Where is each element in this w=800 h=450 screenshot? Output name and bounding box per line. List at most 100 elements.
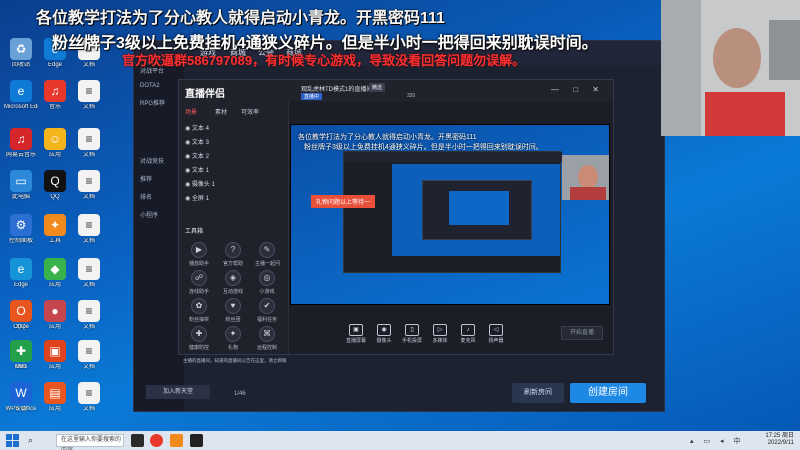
bottom-tool-button[interactable]: ▷ 多媒体	[428, 324, 452, 344]
desktop-icon[interactable]: ● 应用	[38, 300, 72, 331]
desktop-icon[interactable]: QQQ	[38, 170, 72, 201]
app-icon: ◆	[44, 258, 66, 280]
tool-button[interactable]: ♥ 粉丝团	[221, 298, 245, 323]
bottom-tool-button[interactable]: ◉ 摄像头	[372, 324, 396, 344]
bottom-tool-button[interactable]: ▯ 手机投屏	[400, 324, 424, 344]
start-live-button[interactable]: 开始直播	[561, 326, 603, 340]
tool-button[interactable]: ✎ 主播一起问	[255, 242, 280, 267]
desktop-icon[interactable]: ≡ 文档	[72, 80, 106, 111]
desktop-icon[interactable]: ≡ 文档	[72, 300, 106, 331]
scene-item[interactable]: ◉ 文本 4	[185, 124, 209, 134]
taskbar-search-input[interactable]: 在这里输入你要搜索的内容	[56, 434, 124, 450]
netease-music-icon: ♫	[10, 128, 32, 150]
popup-notice[interactable]: 礼物问题以上等待一	[311, 195, 376, 208]
window-controls[interactable]: — □ ✕	[551, 85, 605, 94]
overlay-line-1: 各位教学打法为了分心教人就得启动小青龙。开黑密码111	[36, 10, 445, 27]
sidebar-item[interactable]: 小程序	[134, 209, 184, 223]
bg-window-sidebar: 对战平台 DOTA2 RPG推荐 对战竞技 推荐 排名 小程序	[134, 65, 184, 411]
desktop-icon[interactable]: ≡ 文档	[72, 340, 106, 371]
overlay-line-3: 官方吹逼群586797089，有时候专心游戏，导致没看回答问题勿误解。	[122, 53, 526, 68]
scene-item[interactable]: ◉ 文本 2	[185, 152, 209, 162]
tool-button[interactable]: ◎ 小游戏	[255, 270, 279, 295]
desktop-icon[interactable]: ◆ 应用	[38, 258, 72, 289]
sidebar-item[interactable]: 对战竞技	[134, 155, 184, 169]
webcam-feed	[661, 0, 800, 136]
desktop-icon[interactable]: ≡ 文档	[72, 258, 106, 289]
camera-icon: ◉	[377, 324, 391, 336]
scene-item[interactable]: ◉ 全屏 1	[185, 194, 209, 204]
speaker-icon: ◁	[489, 324, 503, 336]
notice-text: 主播的直播间，知道的直播间公告在这里，请立即联系与官方客服	[183, 358, 287, 363]
create-room-button[interactable]: 创建房间	[570, 383, 646, 403]
bottom-tool-button[interactable]: ◁ 扬声器	[484, 324, 508, 344]
desktop-icon[interactable]: ≡ 文档	[72, 128, 106, 159]
desktop-icon[interactable]: ≡ 文档	[72, 214, 106, 245]
phone-cast-icon: ▯	[405, 324, 419, 336]
system-tray-icons[interactable]: ▴ ▭ ◂ 中	[690, 436, 744, 446]
task-view-icon[interactable]	[131, 434, 144, 447]
scene-item[interactable]: ◉ 文本 1	[185, 166, 209, 176]
taskbar-clock[interactable]: 17:25 周日 2022/9/11	[765, 433, 794, 447]
sidebar-item[interactable]: RPG推荐	[134, 97, 184, 111]
desktop-icon[interactable]: ▭ 此电脑	[4, 170, 38, 201]
tool-button[interactable]: ☍ 连线助手	[187, 270, 211, 295]
desktop-icon[interactable]: ♻ 回收站	[4, 38, 38, 69]
task-icon: ✔	[259, 298, 275, 314]
fans-icon: ♥	[225, 298, 241, 314]
tool-button[interactable]: ✚ 健康防控	[187, 326, 211, 351]
desktop-icon[interactable]: W WPS Office	[4, 382, 38, 413]
live-companion-taskbar-icon[interactable]	[190, 434, 203, 447]
tool-button[interactable]: ✿ 粉丝抽奖	[187, 298, 211, 323]
bottom-tool-button[interactable]: ▣ 直播屏幕	[344, 324, 368, 344]
live-broadcast-window: 直播伴侣 观乱虎林TD模式1的直播间 精选 直播中 320 — □ ✕ 场景 素…	[178, 79, 614, 363]
office-icon: O	[10, 300, 32, 322]
tool-button[interactable]: ▶ 播放助手	[187, 242, 211, 267]
desktop-icon[interactable]: ✚ 360	[4, 340, 38, 371]
desktop-icon[interactable]: e Edge	[4, 258, 38, 289]
search-icon[interactable]: ⌕	[28, 435, 33, 446]
tool-button[interactable]: ✦ 礼物	[221, 326, 245, 351]
desktop-icon[interactable]: ♫ 音乐	[38, 80, 72, 111]
toolbox-label: 工具箱	[185, 229, 204, 235]
shield-icon: ✚	[10, 340, 32, 362]
document-icon: ≡	[78, 128, 100, 150]
sidebar-item[interactable]: 排名	[134, 191, 184, 205]
scene-item[interactable]: ◉ 摄像头 1	[185, 180, 215, 190]
tool-button[interactable]: ⌘ 远程控制	[255, 326, 279, 351]
netease-music-icon[interactable]	[150, 434, 163, 447]
desktop-icon[interactable]: ☺ 应用	[38, 128, 72, 159]
sidebar-item[interactable]: DOTA2	[134, 79, 184, 93]
document-icon: ≡	[78, 340, 100, 362]
tool-button[interactable]: ? 官方帮助	[221, 242, 245, 267]
desktop-icon[interactable]: O Office	[4, 300, 38, 331]
document-icon: ≡	[78, 382, 100, 404]
add-friend-button[interactable]: 加入新天堂	[146, 385, 210, 399]
tool-button[interactable]: ◈ 互动游戏	[221, 270, 245, 295]
qq-icon: Q	[44, 170, 66, 192]
desktop-icon[interactable]: ▤ 应用	[38, 382, 72, 413]
bottom-tool-button[interactable]: ♪ 麦克风	[456, 324, 480, 344]
game-icon: ◈	[225, 270, 241, 286]
document-icon: ≡	[78, 300, 100, 322]
desktop-icon[interactable]: ≡ 文档	[72, 382, 106, 413]
viewer-count: 320	[407, 93, 416, 99]
windows-start-icon[interactable]	[6, 434, 19, 447]
desktop-icon[interactable]: ≡ 文档	[72, 170, 106, 201]
scene-panel: 场景 素材 可效率 ◉ 文本 4 ◉ 文本 3 ◉ 文本 2 ◉ 文本 1 ◉ …	[179, 102, 289, 363]
left-tab[interactable]: 素材	[215, 107, 227, 116]
app-taskbar-icon[interactable]	[170, 434, 183, 447]
desktop-icon[interactable]: ♫ 网易云音乐	[4, 128, 38, 159]
sidebar-item[interactable]: 推荐	[134, 173, 184, 187]
document-icon: ≡	[78, 214, 100, 236]
left-tab[interactable]: 场景	[185, 107, 197, 116]
tool-button[interactable]: ✔ 福利任务	[255, 298, 279, 323]
refresh-room-button[interactable]: 刷新房间	[512, 383, 564, 403]
desktop-icon[interactable]: ✦ 工具	[38, 214, 72, 245]
gift-icon: ✦	[225, 326, 241, 342]
desktop-icon[interactable]: ⚙ 控制面板	[4, 214, 38, 245]
left-tab[interactable]: 可效率	[241, 107, 259, 116]
desktop-icon[interactable]: eMicrosoft Edge	[4, 80, 38, 111]
desktop-icon[interactable]: ▣ 应用	[38, 340, 72, 371]
app-icon: ▣	[44, 340, 66, 362]
scene-item[interactable]: ◉ 文本 3	[185, 138, 209, 148]
